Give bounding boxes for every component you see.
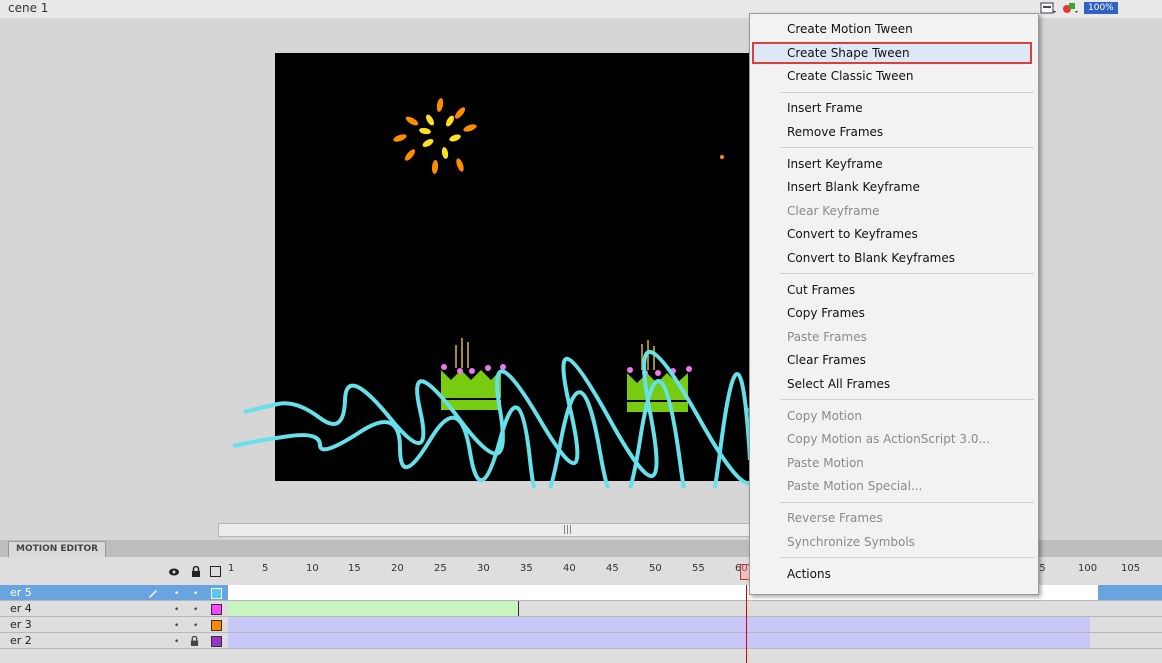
layer-row-2[interactable]: er 2 • (0, 633, 1162, 649)
ruler-tick-label: 5 (262, 563, 269, 574)
ruler-tick-label: 1 (228, 563, 235, 574)
layer-name: er 3 (10, 618, 32, 631)
spark-dot (720, 155, 724, 159)
menu-item-clear-frames[interactable]: Clear Frames (750, 349, 1038, 371)
cake-graphic-right (627, 340, 692, 412)
menu-separator (780, 91, 1034, 93)
lock-icon[interactable] (190, 636, 199, 646)
firework-graphic (393, 98, 477, 174)
menu-item-create-classic-tween[interactable]: Create Classic Tween (750, 65, 1038, 87)
menu-item-clear-keyframe: Clear Keyframe (787, 203, 880, 218)
pencil-icon (149, 590, 157, 598)
menu-item-create-motion-tween[interactable]: Create Motion Tween (750, 18, 1038, 40)
top-icons: 100% (1040, 1, 1118, 15)
menu-item-cut-frames[interactable]: Cut Frames (750, 279, 1038, 301)
menu-separator (780, 399, 1034, 400)
ruler-tick-label: 25 (434, 563, 447, 574)
menu-separator (780, 501, 1034, 503)
stage-horizontal-scrollbar[interactable]: ||| (218, 523, 753, 537)
menu-item-insert-keyframe[interactable]: Insert Keyframe (750, 153, 1038, 175)
ruler-tick-label: 40 (563, 563, 576, 574)
layer-name: er 2 (10, 634, 32, 647)
scrollbar-grip-icon[interactable]: ||| (563, 525, 572, 535)
menu-item-synchronize-symbols: Synchronize Symbols (787, 534, 915, 549)
layer-color-swatch[interactable] (211, 604, 222, 615)
ruler-tick-label: 30 (477, 563, 490, 574)
edit-scene-icon[interactable] (1040, 1, 1056, 15)
tab-motion-editor[interactable]: MOTION EDITOR (8, 541, 107, 557)
menu-item-actions[interactable]: Actions (750, 563, 1038, 585)
menu-item-create-shape-tween[interactable]: Create Shape Tween (752, 41, 1032, 64)
eye-icon[interactable] (168, 567, 180, 577)
lock-icon[interactable] (191, 566, 201, 577)
layer-color-swatch[interactable] (211, 620, 222, 631)
menu-item-convert-to-blank-keyframes[interactable]: Convert to Blank Keyframes (750, 247, 1038, 269)
layer-color-swatch[interactable] (211, 588, 222, 599)
zoom-select[interactable]: 100% (1084, 2, 1118, 14)
menu-item-convert-to-keyframes[interactable]: Convert to Keyframes (750, 223, 1038, 245)
layer-frames[interactable] (228, 617, 1098, 632)
layer-frames[interactable] (228, 601, 1098, 616)
layer-row-4[interactable]: er 4 • • (0, 601, 1162, 617)
menu-item-insert-frame[interactable]: Insert Frame (750, 97, 1038, 119)
layer-row-3[interactable]: er 3 • • (0, 617, 1162, 633)
ruler-tick-label: 50 (649, 563, 662, 574)
menu-item-copy-frames[interactable]: Copy Frames (750, 302, 1038, 324)
ruler-tick-label: 45 (606, 563, 619, 574)
menu-item-insert-blank-keyframe[interactable]: Insert Blank Keyframe (750, 176, 1038, 198)
playhead-line[interactable] (746, 585, 747, 663)
context-menu: Create Motion Tween Create Shape Tween Cre… (749, 13, 1039, 595)
menu-item-copy-motion-as-actionscript-3-0: Copy Motion as ActionScript 3.0... (787, 432, 990, 446)
menu-separator (780, 557, 1034, 558)
edit-symbols-icon[interactable] (1062, 1, 1078, 15)
menu-item-remove-frames[interactable]: Remove Frames (750, 121, 1038, 143)
menu-separator (780, 273, 1034, 274)
ruler-tick-label: 15 (348, 563, 361, 574)
menu-separator (780, 147, 1034, 148)
layer-frames[interactable] (228, 633, 1098, 648)
ruler-tick-label: 55 (692, 563, 705, 574)
ruler-tick-label: 100 (1078, 563, 1098, 574)
menu-item-copy-motion: Copy Motion (787, 408, 862, 423)
ruler-tick-label: 105 (1121, 563, 1141, 574)
layer-name: er 5 (10, 586, 32, 599)
menu-item-paste-frames: Paste Frames (787, 329, 867, 344)
scene-label: cene 1 (8, 1, 49, 15)
ruler-tick-label: 20 (391, 563, 404, 574)
ruler-tick-label: 10 (306, 563, 319, 574)
menu-item-paste-motion-special: Paste Motion Special... (787, 479, 923, 493)
menu-item-select-all-frames[interactable]: Select All Frames (750, 373, 1038, 395)
stage-artwork (232, 98, 758, 488)
ruler-tick-label: 35 (520, 563, 533, 574)
cake-graphic-left (441, 338, 506, 410)
layer-color-swatch[interactable] (211, 636, 222, 647)
menu-item-paste-motion: Paste Motion (787, 455, 864, 470)
menu-item-reverse-frames: Reverse Frames (787, 511, 883, 525)
layer-name: er 4 (10, 602, 32, 615)
outline-icon[interactable] (210, 566, 221, 577)
